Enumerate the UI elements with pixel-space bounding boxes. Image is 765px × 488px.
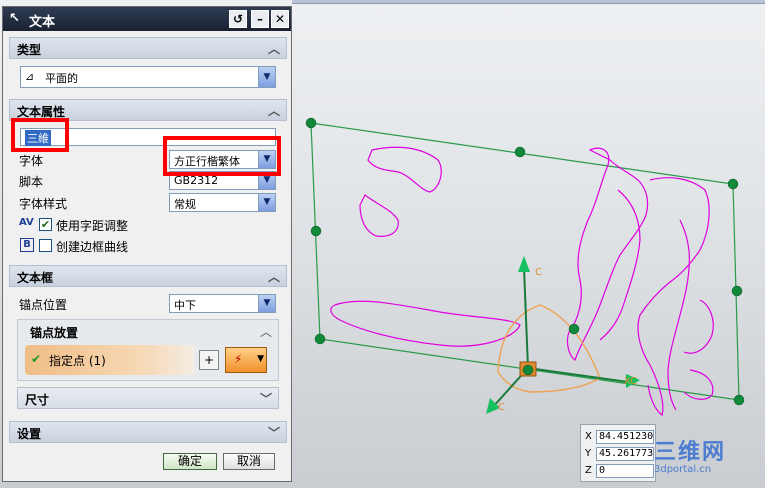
coordinate-input-box: X 84.451230 Y 45.261773 Z 0 — [580, 424, 656, 482]
font-style-dropdown[interactable]: 常规 ▼ — [169, 193, 276, 212]
chevron-down-icon[interactable]: ▼ — [258, 194, 275, 211]
xc-axis — [527, 367, 629, 383]
zc-arrow[interactable] — [518, 256, 530, 272]
coord-x-label: X — [585, 431, 592, 442]
anchor-dropdown-value: 中下 — [174, 299, 196, 312]
zc-label: C — [535, 267, 542, 278]
specify-point-row[interactable]: ✔ 指定点 (1) — [25, 345, 195, 375]
highlight-text-input — [11, 118, 69, 152]
border-curve-label: 创建边框曲线 — [56, 240, 129, 254]
font-style-dropdown-value: 常规 — [174, 198, 196, 211]
frame-handle[interactable] — [514, 146, 526, 158]
script-label: 脚本 — [19, 175, 44, 189]
kerning-icon: AV — [19, 217, 34, 228]
type-dropdown[interactable]: ⊿ 平面的 ▼ — [20, 66, 276, 88]
chevron-down-icon: ﹀ — [267, 426, 280, 440]
chevron-down-icon[interactable]: ▼ — [258, 295, 275, 312]
font-label: 字体 — [19, 154, 44, 168]
type-section-header[interactable]: 类型 ︿ — [9, 37, 287, 59]
dialog-titlebar[interactable]: ↖ 文本 ↺ – ✕ — [3, 7, 291, 31]
chevron-down-icon[interactable]: ▼ — [258, 67, 275, 87]
anchor-label: 锚点位置 — [19, 298, 68, 312]
chevron-down-icon: ▼ — [257, 354, 264, 364]
highlight-font-dropdown — [163, 136, 281, 176]
cancel-button[interactable]: 取消 — [223, 453, 275, 470]
xc-label: XC — [624, 376, 637, 387]
size-section-header[interactable]: 尺寸 ﹀ — [17, 387, 279, 409]
border-curve-icon: B — [20, 238, 34, 252]
frame-handle[interactable] — [733, 394, 745, 406]
chevron-up-icon[interactable]: ︿ — [260, 323, 272, 340]
anchor-dropdown[interactable]: 中下 ▼ — [169, 294, 276, 313]
frame-handle[interactable] — [522, 364, 534, 376]
frame-handle[interactable] — [310, 225, 322, 237]
text-dialog: ↖ 文本 ↺ – ✕ 类型 ︿ ⊿ 平面的 ▼ 文本属性 ︿ 三維 字体 方正行… — [2, 6, 292, 482]
frame-handle[interactable] — [314, 333, 326, 345]
text-tool-icon: ↖ — [9, 11, 20, 26]
type-section-title: 类型 — [17, 43, 42, 57]
text-frame-header[interactable]: 文本框 ︿ — [9, 265, 287, 287]
check-icon: ✔ — [31, 352, 42, 366]
kerning-label: 使用字距调整 — [56, 219, 129, 233]
frame-handle[interactable] — [305, 117, 317, 129]
chevron-down-icon: ﹀ — [259, 392, 272, 406]
anchor-placement-title: 锚点放置 — [30, 326, 79, 340]
reset-button[interactable]: ↺ — [229, 10, 247, 28]
point-snap-icon: ⚡ — [234, 352, 243, 366]
planar-type-icon: ⊿ — [25, 70, 35, 83]
close-button[interactable]: ✕ — [271, 10, 289, 28]
frame-handle[interactable] — [568, 323, 580, 335]
watermark-url: 3dportal.cn — [654, 464, 712, 475]
ok-button[interactable]: 确定 — [163, 453, 217, 470]
size-section-title: 尺寸 — [25, 393, 50, 407]
frame-handle[interactable] — [731, 285, 743, 297]
minimize-button[interactable]: – — [251, 10, 269, 28]
type-dropdown-value: 平面的 — [45, 72, 78, 85]
csys-arcs — [497, 304, 601, 393]
coord-z-field[interactable]: 0 — [596, 464, 654, 478]
coord-x-field[interactable]: 84.451230 — [596, 430, 654, 444]
settings-title: 设置 — [17, 427, 42, 441]
watermark-logo-text: 三维网 — [654, 440, 727, 465]
font-style-label: 字体样式 — [19, 197, 68, 211]
point-snap-dropdown[interactable]: ⚡ ▼ — [225, 347, 267, 373]
point-constructor-icon[interactable]: + — [199, 350, 219, 370]
coord-y-label: Y — [585, 448, 592, 459]
dialog-title: 文本 — [29, 15, 56, 30]
chevron-up-icon: ︿ — [267, 104, 280, 118]
frame-handle[interactable] — [727, 178, 739, 190]
kerning-checkbox[interactable]: ✔ — [39, 218, 52, 231]
specify-point-label: 指定点 (1) — [49, 354, 106, 368]
watermark: 三维网 3dportal.cn — [652, 434, 760, 484]
coord-z-label: Z — [585, 465, 592, 476]
settings-section-header[interactable]: 设置 ﹀ — [9, 421, 287, 443]
zc-axis — [523, 267, 529, 369]
border-curve-checkbox[interactable] — [39, 239, 52, 252]
coord-y-field[interactable]: 45.261773 — [596, 447, 654, 461]
yc-label: C — [498, 402, 505, 413]
text-frame-title: 文本框 — [17, 271, 54, 285]
chevron-up-icon: ︿ — [267, 42, 280, 56]
chevron-up-icon: ︿ — [267, 270, 280, 284]
